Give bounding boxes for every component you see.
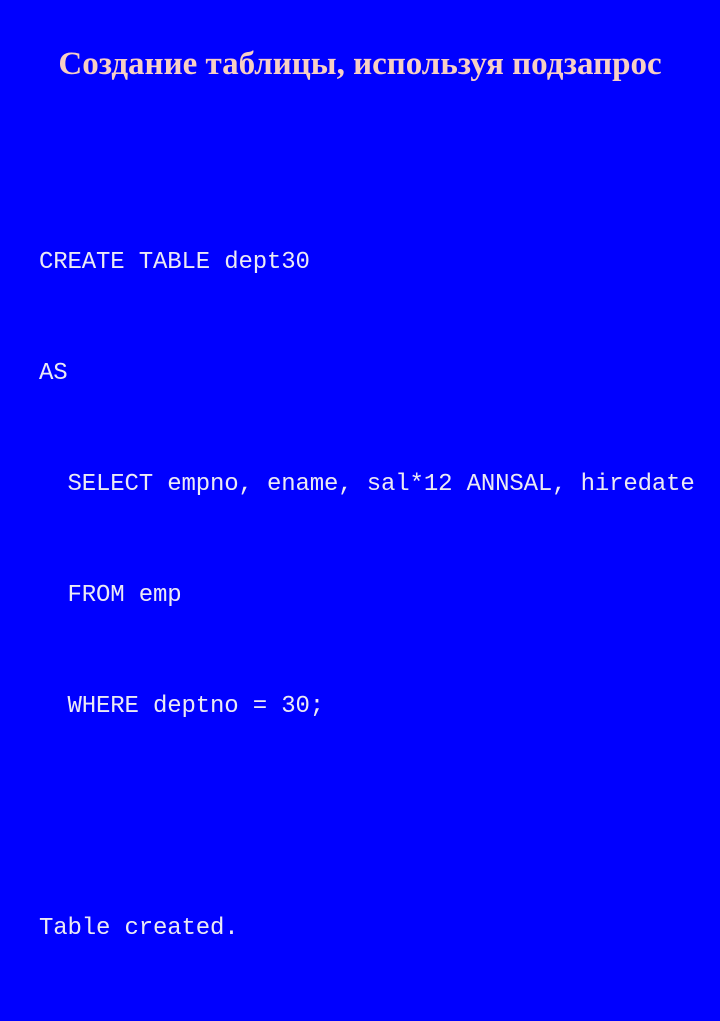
code-line: WHERE deptno = 30; — [39, 693, 325, 720]
page-title: Создание таблицы, используя подзапрос — [58, 46, 662, 82]
code-line: SELECT empno, ename, sal*12 ANNSAL, hire… — [39, 471, 695, 498]
code-line-result: Table created. — [39, 915, 239, 942]
code-line: CREATE TABLE dept30 — [39, 249, 310, 276]
slide-canvas: Создание таблицы, используя подзапрос CR… — [0, 0, 720, 942]
code-line: FROM emp — [39, 582, 182, 609]
sql-code-block: CREATE TABLE dept30 AS SELECT empno, ena… — [39, 170, 720, 1021]
code-line: AS — [39, 360, 68, 387]
